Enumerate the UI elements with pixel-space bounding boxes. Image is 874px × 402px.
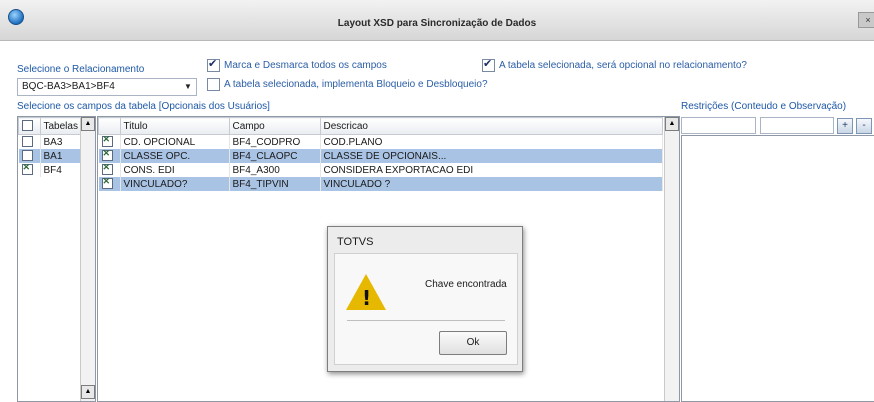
dialog-title: TOTVS	[337, 236, 374, 248]
chevron-down-icon[interactable]: ▼	[182, 80, 194, 94]
scroll-up-icon[interactable]: ▲	[665, 117, 679, 131]
tables-column-header[interactable]: Tabelas	[39, 117, 82, 135]
title-bar: Layout XSD para Sincronização de Dados ×	[0, 0, 874, 41]
restriction-content-input[interactable]	[681, 117, 756, 134]
fields-scrollbar[interactable]: ▲	[664, 117, 679, 401]
fields-check-header[interactable]	[98, 117, 121, 135]
remove-restriction-button[interactable]: -	[856, 118, 872, 134]
ok-button[interactable]: Ok	[439, 331, 507, 355]
row-checkbox[interactable]	[101, 134, 113, 148]
tables-grid: Tabelas BA3 BA1 BF4	[18, 117, 82, 177]
table-name: BA1	[40, 149, 82, 163]
restrictions-label: Restrições (Conteudo e Observação)	[681, 101, 847, 112]
restriction-observation-input[interactable]	[760, 117, 834, 134]
fields-grid: Titulo Campo Descricao CD. OPCIONAL BF4_…	[98, 117, 663, 191]
field-titulo: CONS. EDI	[120, 163, 230, 177]
table-row[interactable]: BA1	[18, 149, 82, 163]
table-row[interactable]: CONS. EDI BF4_A300 CONSIDERA EXPORTACAO …	[98, 162, 663, 177]
table-row[interactable]: CD. OPCIONAL BF4_CODPRO COD.PLANO	[98, 134, 663, 149]
optional-checkbox[interactable]	[482, 59, 495, 72]
tables-scrollbar[interactable]: ▲ ▲	[80, 117, 95, 401]
column-header-campo[interactable]: Campo	[228, 117, 321, 135]
field-descricao: CLASSE DE OPCIONAIS...	[320, 149, 663, 163]
restrictions-list[interactable]	[681, 135, 874, 402]
tables-check-header[interactable]	[18, 117, 41, 135]
scroll-up-icon[interactable]: ▲	[81, 385, 95, 399]
table-row[interactable]: BF4	[18, 162, 82, 177]
field-titulo: CD. OPCIONAL	[120, 134, 230, 149]
row-checkbox[interactable]	[101, 162, 113, 176]
add-restriction-button[interactable]: +	[837, 118, 853, 134]
table-row[interactable]: VINCULADO? BF4_TIPVIN VINCULADO ?	[98, 176, 663, 191]
implement-lock-label: A tabela selecionada, implementa Bloquei…	[224, 79, 488, 90]
row-checkbox[interactable]	[21, 136, 33, 148]
window-title: Layout XSD para Sincronização de Dados	[337, 18, 537, 29]
row-checkbox[interactable]	[101, 148, 113, 162]
field-descricao: CONSIDERA EXPORTACAO EDI	[320, 163, 663, 177]
close-button[interactable]: ×	[858, 12, 874, 28]
column-header-descricao[interactable]: Descricao	[319, 117, 663, 135]
column-header-titulo[interactable]: Titulo	[119, 117, 230, 135]
field-campo: BF4_CODPRO	[229, 134, 321, 149]
fields-section-label: Selecione os campos da tabela [Opcionais…	[17, 101, 270, 112]
scroll-up-icon[interactable]: ▲	[81, 117, 95, 131]
row-checkbox[interactable]	[101, 176, 113, 190]
relationship-select[interactable]: BQC-BA3>BA1>BF4 ▼	[17, 78, 197, 96]
dialog-body: ! Chave encontrada Ok	[334, 253, 518, 365]
field-campo: BF4_CLAOPC	[229, 149, 321, 163]
field-descricao: COD.PLANO	[320, 134, 663, 149]
field-campo: BF4_A300	[229, 163, 321, 177]
field-titulo: CLASSE OPC.	[120, 149, 230, 163]
field-titulo: VINCULADO?	[120, 177, 230, 191]
table-name: BF4	[40, 163, 82, 177]
tables-panel: Tabelas BA3 BA1 BF4 ▲ ▲	[17, 116, 96, 402]
dialog-message: Chave encontrada	[425, 279, 507, 290]
optional-label: A tabela selecionada, será opcional no r…	[499, 60, 747, 71]
warning-mark: !	[362, 286, 372, 310]
field-campo: BF4_TIPVIN	[229, 177, 321, 191]
field-descricao: VINCULADO ?	[320, 177, 663, 191]
table-row[interactable]: CLASSE OPC. BF4_CLAOPC CLASSE DE OPCIONA…	[98, 148, 663, 163]
table-name: BA3	[40, 134, 82, 149]
relationship-label: Selecione o Relacionamento	[17, 64, 145, 75]
relationship-value: BQC-BA3>BA1>BF4	[22, 81, 115, 92]
mark-all-checkbox[interactable]	[207, 59, 220, 72]
implement-lock-checkbox[interactable]	[207, 78, 220, 91]
mark-all-label: Marca e Desmarca todos os campos	[224, 60, 387, 71]
message-dialog: TOTVS ! Chave encontrada Ok	[327, 226, 523, 372]
row-checkbox[interactable]	[21, 150, 33, 162]
row-checkbox[interactable]	[21, 162, 33, 176]
table-row[interactable]: BA3	[18, 134, 82, 149]
dialog-separator	[347, 320, 505, 321]
